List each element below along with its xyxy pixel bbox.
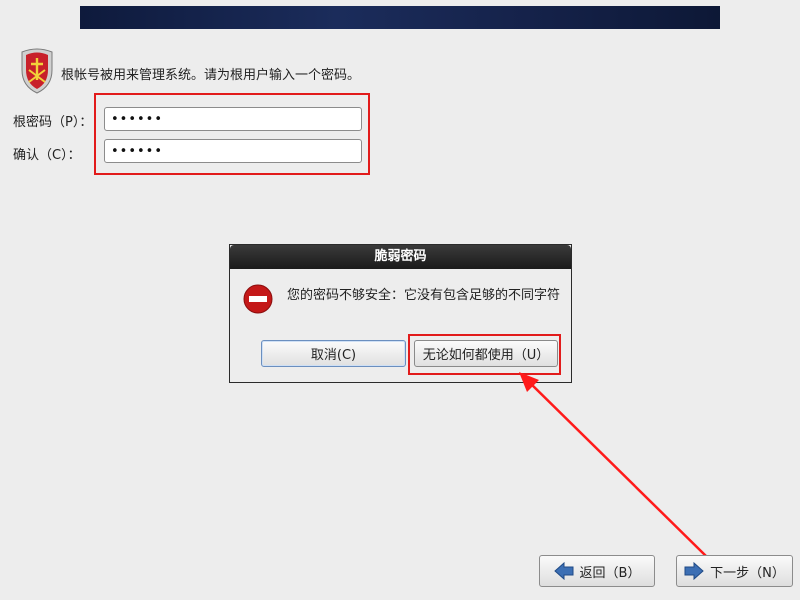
arrow-left-icon [553,562,574,580]
next-button[interactable]: 下一步（N） [676,555,793,587]
shield-icon [21,48,53,94]
back-button[interactable]: 返回（B） [539,555,655,587]
dialog-title: 脆弱密码 [230,245,571,269]
back-label: 返回（B） [579,565,641,581]
header-banner [80,6,720,29]
next-label: 下一步（N） [710,565,785,581]
stop-icon [243,284,273,314]
highlight-box-use-anyway [408,334,561,375]
dialog-message: 您的密码不够安全：它没有包含足够的不同字符 [287,288,561,303]
password-label: 根密码（P）： [13,115,93,130]
cancel-button[interactable]: 取消(C) [261,340,406,367]
weak-password-dialog: 脆弱密码 您的密码不够安全：它没有包含足够的不同字符 取消(C) 无论如何都使用… [229,244,572,383]
highlight-box-fields [94,93,370,175]
intro-text: 根帐号被用来管理系统。请为根用户输入一个密码。 [61,68,361,83]
confirm-label: 确认（C）： [13,148,81,163]
arrow-right-icon [684,562,704,580]
